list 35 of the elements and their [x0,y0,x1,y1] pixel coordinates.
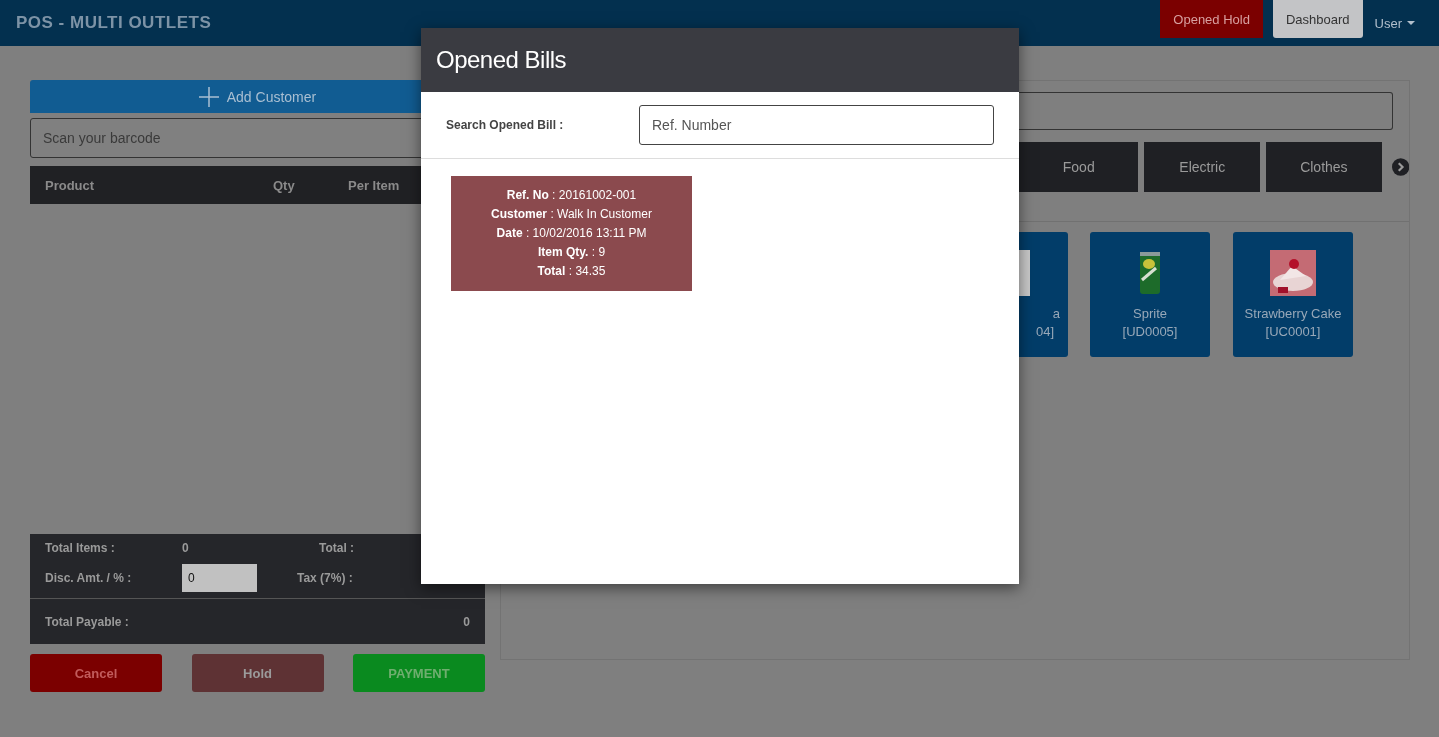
column-header: Qty [272,177,296,193]
bill-detail-line: Item Qty. : 9 [537,244,606,261]
column-header: Per Item [348,177,401,193]
total-payable-label: Total Payable : [45,614,129,629]
category-button[interactable]: Electric [1144,142,1261,192]
product-card[interactable]: Strawberry Cake [UC0001] [1233,232,1353,357]
header-button[interactable]: Opened Hold [1160,0,1263,38]
category-button[interactable]: Food [1019,142,1139,192]
bill-detail-line: Total : 34.35 [537,263,606,280]
action-button[interactable]: Cancel [30,654,162,692]
total-label: Total : [318,541,356,555]
bill-detail-line: Customer : Walk In Customer [491,206,652,223]
caret-icon [1407,21,1415,25]
user-menu[interactable]: User [1374,15,1415,31]
bill-detail-line: Date : 10/02/2016 13:11 PM [496,225,647,242]
product-card[interactable]: a 04] [1019,232,1068,357]
product-card[interactable]: Sprite [UD0005] [1090,232,1210,357]
total-payable-value: 0 [463,614,470,629]
bill-detail-line: Ref. No : 20161002-001 [506,187,637,204]
cake-icon [1270,250,1316,296]
category-button[interactable]: Clothes [1266,142,1382,192]
dialog-title: Opened Bills [436,46,567,74]
header-button[interactable]: Dashboard [1272,0,1363,38]
total-items-value: 0 [182,541,190,555]
tax-label: Tax (7%) : [297,571,354,585]
column-header: Product [45,177,96,193]
ref-number-field[interactable]: Ref. Number [639,105,994,145]
discount-field[interactable]: 0 [182,564,257,592]
app-title: POS - MULTI OUTLETS [16,13,212,33]
total-items-label: Total Items : [45,541,116,555]
bill-card[interactable]: Ref. No : 20161002-001 Customer : Walk In Customer Date : 10/02/2016 13:11 PM Item Qty. : 9 Total : 34.35 [451,176,692,291]
action-button[interactable]: Hold [191,654,324,692]
product-search-field[interactable] [1019,92,1393,130]
discount-label: Disc. Amt. / % : [45,571,133,585]
plus-icon [198,86,219,107]
